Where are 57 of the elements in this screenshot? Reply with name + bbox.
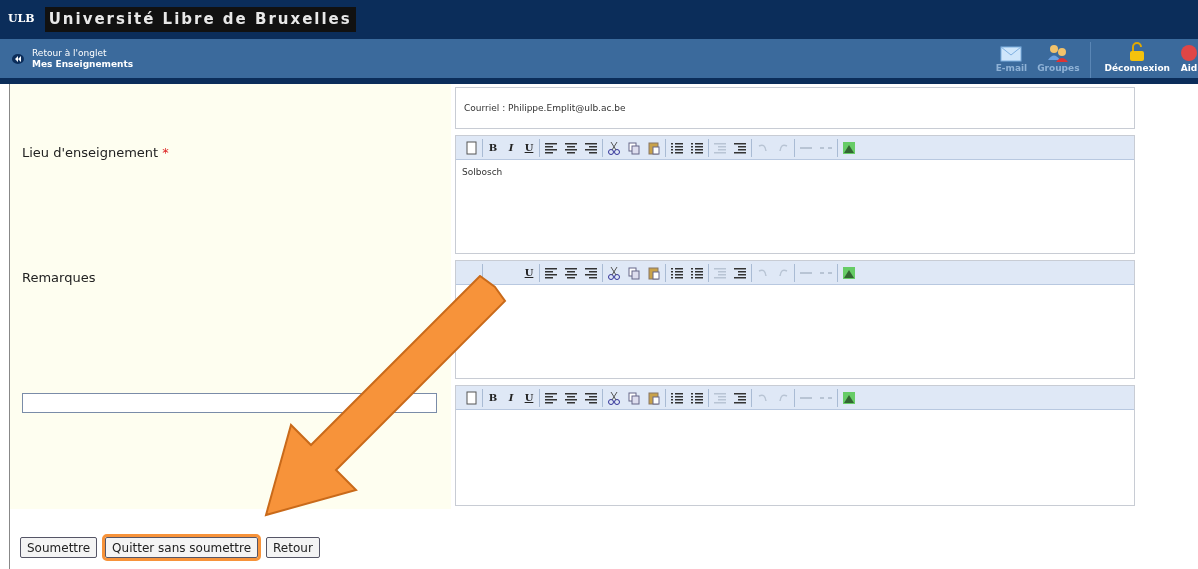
padlock-icon — [1129, 41, 1146, 62]
image-icon[interactable] — [842, 140, 856, 155]
back-link[interactable]: Retour à l'onglet Mes Enseignements — [12, 47, 134, 70]
numbered-list-icon[interactable] — [690, 390, 704, 405]
numbered-list-icon[interactable] — [690, 140, 704, 155]
toolbar-button[interactable]: Déconnexion — [1089, 41, 1170, 78]
format-button[interactable]: U — [523, 390, 535, 405]
align-left-icon[interactable] — [544, 390, 558, 405]
numbered-list-icon[interactable] — [690, 265, 704, 280]
image-icon[interactable] — [842, 390, 856, 405]
scissors-icon[interactable] — [607, 265, 621, 280]
format-button[interactable]: U — [523, 265, 535, 280]
align-right-icon[interactable] — [584, 140, 598, 155]
align-center-icon[interactable] — [564, 390, 578, 405]
clipboard-icon[interactable] — [647, 140, 661, 155]
align-center-icon[interactable] — [564, 265, 578, 280]
people-icon — [1047, 43, 1070, 62]
form-button[interactable]: Quitter sans soumettre — [105, 537, 259, 558]
email-text: Courriel : Philippe.Emplit@ulb.ac.be — [463, 102, 627, 115]
format-button[interactable]: I — [505, 390, 517, 405]
align-right-icon[interactable] — [584, 390, 598, 405]
copy-icon[interactable] — [627, 265, 641, 280]
help-icon — [1180, 43, 1198, 62]
logo: ULB — [8, 11, 35, 28]
form-button[interactable]: Soumettre — [20, 537, 98, 558]
format-button[interactable]: I — [505, 140, 517, 155]
editor-text[interactable]: Solbosch — [456, 160, 1134, 253]
scissors-icon[interactable] — [607, 140, 621, 155]
align-left-icon[interactable] — [544, 265, 558, 280]
bullet-list-icon[interactable] — [670, 265, 684, 280]
align-right-icon[interactable] — [584, 265, 598, 280]
clipboard-icon[interactable] — [647, 265, 661, 280]
image-icon[interactable] — [842, 265, 856, 280]
required-mark: * — [162, 145, 169, 160]
copy-icon[interactable] — [627, 390, 641, 405]
toolbar-button[interactable]: Aid — [1180, 43, 1198, 78]
format-button[interactable]: B — [487, 140, 499, 155]
align-center-icon[interactable] — [564, 140, 578, 155]
format-button[interactable]: B — [487, 390, 499, 405]
bullet-list-icon[interactable] — [670, 390, 684, 405]
page-icon[interactable] — [464, 390, 478, 405]
clipboard-icon[interactable] — [647, 390, 661, 405]
copy-icon[interactable] — [627, 140, 641, 155]
indent-icon[interactable] — [733, 390, 747, 405]
indent-icon[interactable] — [733, 140, 747, 155]
field-label: Remarques — [22, 270, 96, 285]
format-button[interactable]: U — [523, 140, 535, 155]
indent-icon[interactable] — [733, 265, 747, 280]
back-icon — [12, 53, 24, 64]
align-left-icon[interactable] — [544, 140, 558, 155]
site-title: Université Libre de Bruxelles — [44, 7, 356, 32]
page-icon[interactable] — [464, 140, 478, 155]
envelope-icon — [1000, 45, 1023, 62]
scissors-icon[interactable] — [607, 390, 621, 405]
field-label: Lieu d'enseignement — [22, 145, 159, 160]
form-button[interactable]: Retour — [266, 537, 320, 558]
bullet-list-icon[interactable] — [670, 140, 684, 155]
